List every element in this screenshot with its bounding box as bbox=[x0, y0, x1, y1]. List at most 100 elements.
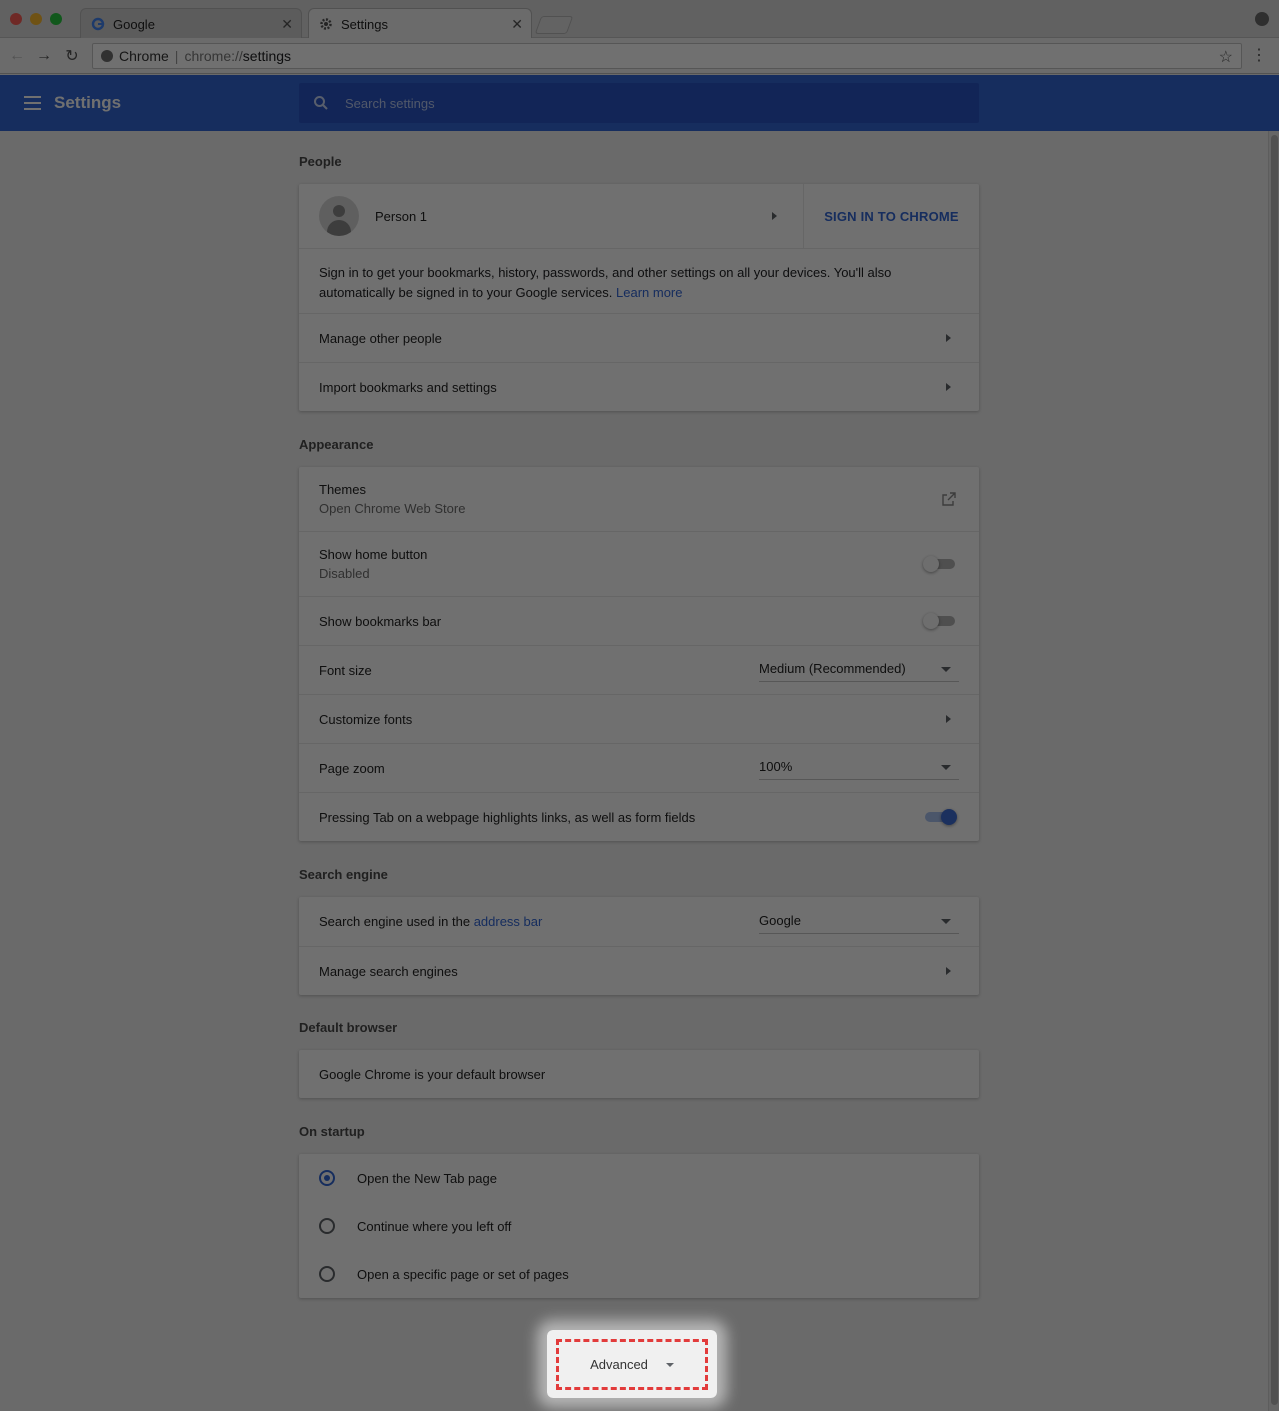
menu-icon[interactable] bbox=[24, 96, 41, 110]
home-button-toggle[interactable] bbox=[923, 556, 957, 572]
default-browser-card: Google Chrome is your default browser bbox=[299, 1050, 979, 1098]
manage-other-people-label: Manage other people bbox=[319, 330, 442, 346]
home-button-label: Show home button bbox=[319, 547, 428, 562]
search-engine-value: Google bbox=[759, 912, 801, 928]
scrollbar[interactable] bbox=[1268, 131, 1279, 1411]
back-button[interactable]: ← bbox=[8, 47, 26, 65]
chevron-right-icon bbox=[946, 383, 951, 391]
themes-sub: Open Chrome Web Store bbox=[319, 501, 466, 516]
tab-highlight-label: Pressing Tab on a webpage highlights lin… bbox=[319, 809, 696, 825]
bookmarks-bar-toggle[interactable] bbox=[923, 613, 957, 629]
radio-button[interactable] bbox=[319, 1266, 335, 1282]
font-size-value: Medium (Recommended) bbox=[759, 661, 906, 676]
font-size-select[interactable]: Medium (Recommended) bbox=[759, 658, 959, 682]
dropdown-caret-icon bbox=[941, 918, 951, 924]
default-browser-row: Google Chrome is your default browser bbox=[299, 1050, 979, 1098]
themes-row[interactable]: Themes Open Chrome Web Store bbox=[299, 467, 979, 531]
sign-in-button[interactable]: SIGN IN TO CHROME bbox=[803, 184, 979, 248]
startup-option-label: Continue where you left off bbox=[357, 1218, 512, 1234]
dropdown-caret-icon bbox=[941, 667, 951, 672]
google-g-icon bbox=[91, 17, 105, 31]
gear-icon bbox=[319, 17, 333, 31]
section-title-default-browser: Default browser bbox=[299, 1020, 398, 1035]
tab-highlight-row[interactable]: Pressing Tab on a webpage highlights lin… bbox=[299, 792, 979, 841]
person-name: Person 1 bbox=[375, 208, 428, 224]
chevron-down-icon bbox=[665, 1362, 674, 1367]
customize-fonts-label: Customize fonts bbox=[319, 711, 413, 727]
learn-more-link[interactable]: Learn more bbox=[616, 285, 682, 300]
chrome-page-icon bbox=[101, 50, 113, 62]
search-engine-used-text: Search engine used in the bbox=[319, 914, 471, 929]
appearance-card: Themes Open Chrome Web Store Show home b… bbox=[299, 467, 979, 841]
reload-button[interactable]: ↻ bbox=[63, 47, 81, 65]
scrollbar-thumb[interactable] bbox=[1271, 135, 1278, 1405]
manage-other-people-row[interactable]: Manage other people bbox=[299, 313, 979, 362]
new-tab-button[interactable] bbox=[534, 16, 574, 34]
advanced-label: Advanced bbox=[590, 1357, 648, 1372]
home-button-sub: Disabled bbox=[319, 566, 370, 581]
omnibox-path: settings bbox=[242, 48, 292, 64]
open-external-icon[interactable] bbox=[941, 491, 957, 507]
tab-title: Settings bbox=[341, 16, 388, 32]
tab-highlight-toggle[interactable] bbox=[923, 809, 957, 825]
chevron-right-icon bbox=[772, 212, 777, 220]
font-size-row: Font size Medium (Recommended) bbox=[299, 645, 979, 694]
settings-header: Settings bbox=[0, 75, 1279, 131]
section-title-appearance: Appearance bbox=[299, 437, 374, 452]
manage-search-engines-label: Manage search engines bbox=[319, 963, 458, 979]
manage-search-engines-row[interactable]: Manage search engines bbox=[299, 946, 979, 995]
person-row[interactable]: Person 1 SIGN IN TO CHROME bbox=[299, 184, 979, 248]
section-title-on-startup: On startup bbox=[299, 1124, 365, 1139]
advanced-button[interactable]: Advanced bbox=[556, 1339, 708, 1390]
home-button-row[interactable]: Show home button Disabled bbox=[299, 531, 979, 596]
chevron-right-icon bbox=[946, 334, 951, 342]
chevron-right-icon bbox=[946, 967, 951, 975]
omnibox-scheme: chrome:// bbox=[184, 48, 243, 64]
customize-fonts-row[interactable]: Customize fonts bbox=[299, 694, 979, 743]
startup-option-continue[interactable]: Continue where you left off bbox=[299, 1202, 979, 1250]
omnibox-origin: Chrome bbox=[119, 48, 169, 64]
avatar bbox=[319, 196, 359, 236]
forward-button[interactable]: → bbox=[35, 47, 53, 65]
import-bookmarks-label: Import bookmarks and settings bbox=[319, 379, 497, 395]
sign-in-description: Sign in to get your bookmarks, history, … bbox=[299, 248, 979, 313]
page-zoom-value: 100% bbox=[759, 759, 793, 774]
radio-button[interactable] bbox=[319, 1170, 335, 1186]
bookmarks-bar-row[interactable]: Show bookmarks bar bbox=[299, 596, 979, 645]
font-size-label: Font size bbox=[319, 662, 372, 678]
sign-in-text: Sign in to get your bookmarks, history, … bbox=[319, 265, 892, 300]
tab-strip: Google ✕ Settings ✕ bbox=[0, 0, 1279, 39]
section-title-search-engine: Search engine bbox=[299, 867, 388, 882]
tab-settings[interactable]: Settings ✕ bbox=[308, 8, 532, 39]
startup-option-label: Open the New Tab page bbox=[357, 1170, 497, 1186]
address-bar-link[interactable]: address bar bbox=[474, 914, 543, 929]
search-engine-label: Search engine used in the address bar bbox=[319, 914, 542, 929]
browser-toolbar: ← → ↻ Chrome | chrome:// settings ☆ ⋮ bbox=[0, 38, 1279, 74]
close-window-button[interactable] bbox=[10, 13, 22, 25]
startup-option-new-tab[interactable]: Open the New Tab page bbox=[299, 1154, 979, 1202]
address-bar[interactable]: Chrome | chrome:// settings ☆ bbox=[92, 43, 1242, 69]
search-box[interactable] bbox=[299, 83, 979, 123]
close-tab-icon[interactable]: ✕ bbox=[281, 16, 293, 33]
search-engine-select[interactable]: Google bbox=[759, 910, 959, 934]
tab-title: Google bbox=[113, 16, 155, 32]
bookmarks-bar-label: Show bookmarks bar bbox=[319, 613, 442, 629]
import-bookmarks-row[interactable]: Import bookmarks and settings bbox=[299, 362, 979, 411]
close-tab-icon[interactable]: ✕ bbox=[511, 16, 523, 33]
page-zoom-label: Page zoom bbox=[319, 760, 385, 776]
profile-icon[interactable] bbox=[1255, 12, 1269, 26]
radio-button[interactable] bbox=[319, 1218, 335, 1234]
bookmark-star-icon[interactable]: ☆ bbox=[1219, 47, 1233, 67]
chevron-right-icon bbox=[946, 715, 951, 723]
page-zoom-select[interactable]: 100% bbox=[759, 756, 959, 780]
search-engine-row: Search engine used in the address bar Go… bbox=[299, 897, 979, 946]
settings-content: People Person 1 SIGN IN TO CHROME Sign i… bbox=[0, 131, 1268, 1411]
search-input[interactable] bbox=[345, 93, 945, 113]
minimize-window-button[interactable] bbox=[30, 13, 42, 25]
startup-option-specific-pages[interactable]: Open a specific page or set of pages bbox=[299, 1250, 979, 1298]
browser-menu-icon[interactable]: ⋮ bbox=[1251, 48, 1267, 64]
tab-google[interactable]: Google ✕ bbox=[80, 8, 302, 39]
page-title: Settings bbox=[54, 93, 122, 112]
section-title-people: People bbox=[299, 154, 342, 169]
zoom-window-button[interactable] bbox=[50, 13, 62, 25]
